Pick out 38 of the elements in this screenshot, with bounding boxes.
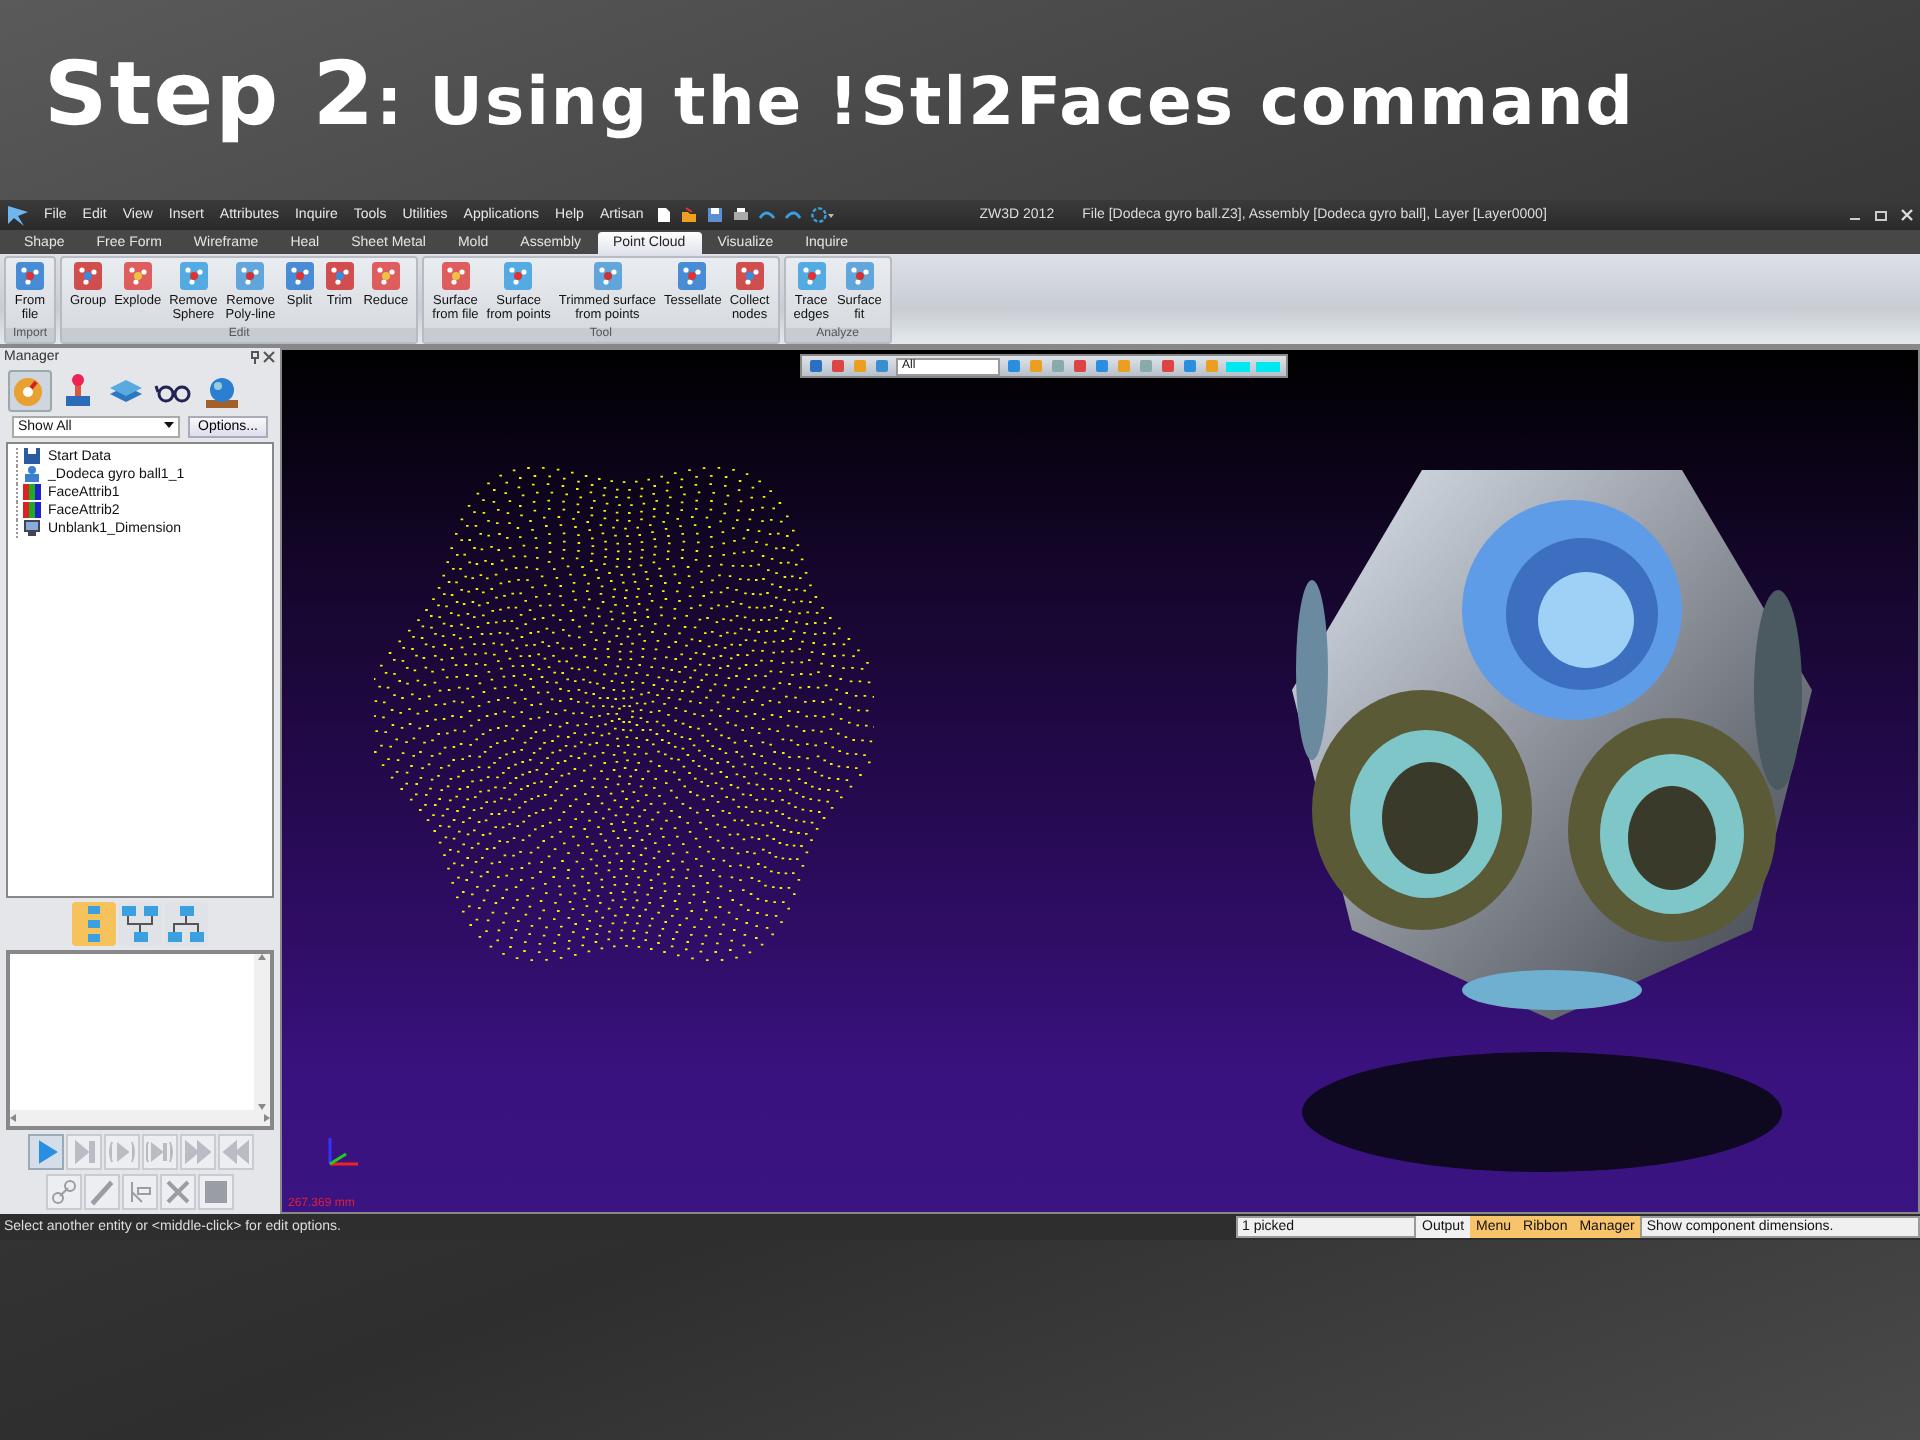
undo-icon[interactable]	[757, 206, 776, 224]
dotted-tile-icon	[234, 260, 267, 292]
save-icon	[22, 446, 42, 467]
tree-view-icon[interactable]	[120, 904, 160, 945]
scroll-right-icon[interactable]	[264, 1114, 270, 1122]
save-icon[interactable]	[705, 206, 724, 224]
dotted-tile-icon	[591, 260, 624, 292]
dotted-tile-icon	[843, 260, 876, 292]
new-file-icon[interactable]	[655, 206, 672, 224]
dotted-tile-icon	[439, 260, 472, 292]
dotted-tile-icon	[323, 260, 356, 292]
dotted-tile-icon	[283, 260, 316, 292]
dotted-tile-icon	[733, 260, 766, 292]
color-bars-icon	[22, 500, 42, 521]
scroll-left-icon[interactable]	[10, 1114, 16, 1122]
caret-icon	[164, 422, 175, 431]
slide-title: Step 2: Using the !Stl2Faces command	[44, 44, 1635, 146]
swatch-icon[interactable]	[1256, 361, 1280, 371]
swatch-icon[interactable]	[1226, 361, 1250, 371]
rotate-icon[interactable]	[809, 206, 836, 224]
dotted-tile-icon	[795, 260, 828, 292]
dotted-tile-icon	[502, 260, 535, 292]
close-icon[interactable]	[262, 349, 276, 364]
pin-icon[interactable]	[248, 349, 262, 364]
dotted-tile-icon	[14, 260, 46, 292]
dotted-tile-icon	[72, 260, 105, 292]
part-icon	[22, 464, 42, 485]
scroll-up-icon[interactable]	[258, 954, 266, 961]
hierarchy-view-icon[interactable]	[166, 904, 206, 945]
print-icon[interactable]	[731, 206, 750, 224]
dotted-tile-icon	[676, 260, 709, 292]
restore-icon[interactable]	[1872, 206, 1890, 224]
dotted-tile-icon	[369, 260, 402, 292]
dotted-tile-icon	[177, 260, 210, 292]
dotted-tile-icon	[121, 260, 154, 292]
color-bars-icon	[22, 482, 42, 503]
open-folder-icon[interactable]	[679, 206, 698, 224]
redo-icon[interactable]	[783, 206, 802, 224]
